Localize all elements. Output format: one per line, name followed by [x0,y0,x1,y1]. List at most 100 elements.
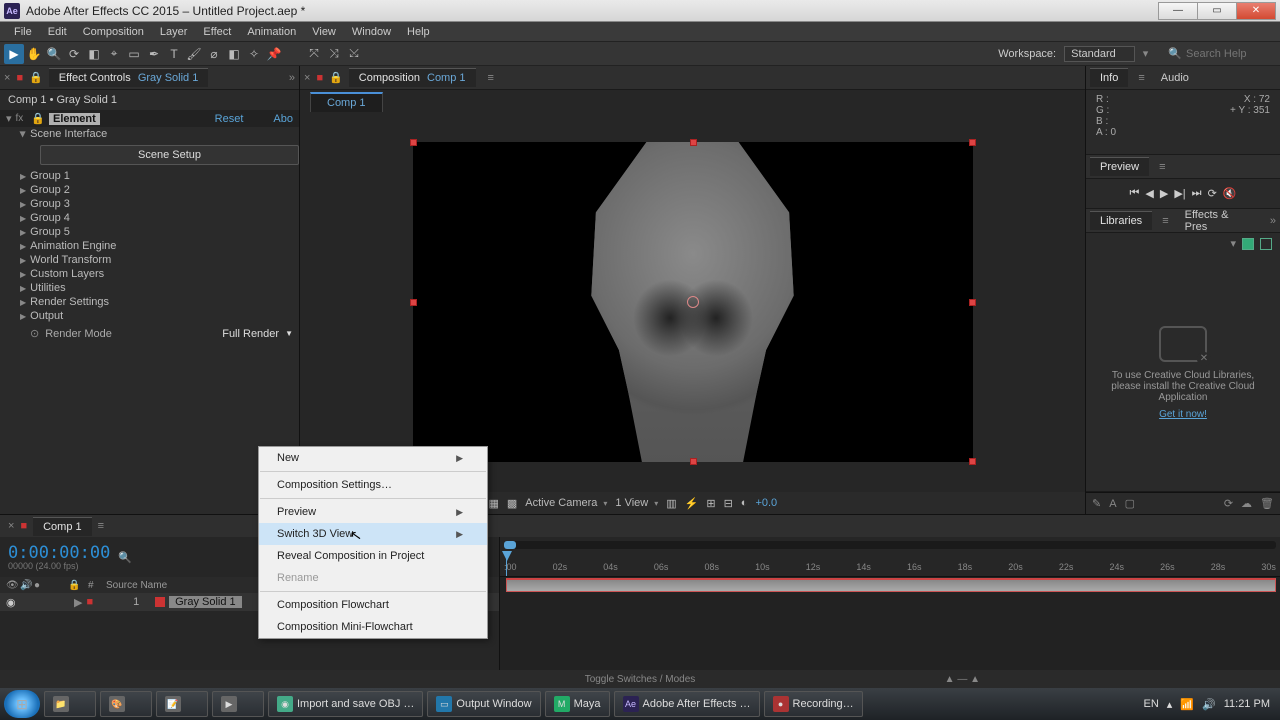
prop-group[interactable]: ▶Group 2 [0,183,299,197]
menu-file[interactable]: File [6,24,40,40]
tab-effects-presets[interactable]: Effects & Pres [1175,206,1264,236]
panel-menu-icon[interactable]: ≡ [488,72,494,84]
cloud-icon[interactable]: ☁ [1241,497,1252,510]
selection-handle[interactable] [410,299,417,306]
hand-tool-icon[interactable]: ✋ [24,44,44,64]
time-search-icon[interactable]: 🔍 [118,551,132,564]
time-navigator-thumb[interactable] [504,541,516,549]
close-button[interactable]: ✕ [1236,2,1276,20]
menu-animation[interactable]: Animation [239,24,304,40]
text-icon[interactable]: A [1109,498,1116,510]
eraser-tool-icon[interactable]: ◧ [224,44,244,64]
search-input[interactable] [1186,48,1276,60]
first-frame-icon[interactable]: ⏮ [1130,187,1140,200]
wand-icon[interactable]: ✎ [1092,497,1101,510]
prop-group[interactable]: ▶Group 3 [0,197,299,211]
prop-render-settings[interactable]: ▶Render Settings [0,295,299,309]
menu-edit[interactable]: Edit [40,24,75,40]
panel-menu-icon[interactable]: » [289,72,295,84]
toggle-switches-button[interactable]: Toggle Switches / Modes [585,674,696,685]
tray-chevron-icon[interactable]: ▴ [1167,698,1173,711]
task-pinned[interactable]: 📝 [156,691,208,717]
prop-custom-layers[interactable]: ▶Custom Layers [0,267,299,281]
menu-layer[interactable]: Layer [152,24,196,40]
transparency-icon[interactable]: ▩ [507,497,517,510]
layer-name[interactable]: Gray Solid 1 [169,596,242,608]
cm-flowchart[interactable]: Composition Flowchart [259,594,487,616]
workspace-value[interactable]: Standard [1064,46,1135,62]
cm-comp-settings[interactable]: Composition Settings… [259,474,487,496]
flowchart-icon[interactable]: ⊟ [724,497,733,510]
prop-group[interactable]: ▶Group 1 [0,169,299,183]
task-pinned[interactable]: ▶ [212,691,264,717]
cm-new[interactable]: New▶ [259,447,487,469]
current-time[interactable]: 0:00:00:00 [8,543,110,563]
mute-icon[interactable]: 🔇 [1223,187,1237,200]
comp-viewer-tab[interactable]: Comp 1 [310,92,383,112]
visibility-icon[interactable]: ◉ [6,596,20,609]
menu-window[interactable]: Window [344,24,399,40]
start-button[interactable]: ⊞ [4,690,40,718]
panel-menu-icon[interactable]: ≡ [1159,161,1165,173]
tab-info[interactable]: Info [1090,68,1128,87]
menu-effect[interactable]: Effect [195,24,239,40]
prev-frame-icon[interactable]: ◀ [1145,187,1153,200]
anchor-point-icon[interactable] [687,296,699,308]
get-it-now-link[interactable]: Get it now! [1159,409,1207,420]
list-view-icon[interactable] [1260,238,1272,250]
play-icon[interactable]: ▶ [1160,187,1168,200]
fast-preview-icon[interactable]: ⚡ [685,497,699,510]
type-tool-icon[interactable]: T [164,44,184,64]
zoom-slider-icon[interactable]: ▲ — ▲ [945,674,980,685]
loop-icon[interactable]: ⟳ [1208,187,1217,200]
layer-duration-bar[interactable] [506,578,1276,592]
shape-tool-icon[interactable]: ▭ [124,44,144,64]
selection-handle[interactable] [690,139,697,146]
reset-link[interactable]: Reset [215,113,244,125]
prop-group[interactable]: ▶Group 4 [0,211,299,225]
selection-handle[interactable] [690,458,697,465]
menu-composition[interactable]: Composition [75,24,152,40]
rotate-tool-icon[interactable]: ⟳ [64,44,84,64]
tab-composition[interactable]: Composition Comp 1 [349,68,476,87]
lock-icon[interactable]: 🔒 [29,71,43,84]
network-icon[interactable]: 📶 [1180,698,1194,711]
pixel-aspect-icon[interactable]: ▥ [666,497,676,510]
next-frame-icon[interactable]: ▶| [1174,187,1185,200]
minimize-button[interactable]: — [1158,2,1198,20]
task-recording[interactable]: ●Recording… [764,691,863,717]
view-axis-icon[interactable]: ⤩ [344,44,364,64]
roto-tool-icon[interactable]: ✧ [244,44,264,64]
view-dropdown[interactable]: 1 View [615,497,658,509]
tab-preview[interactable]: Preview [1090,157,1149,176]
prop-output[interactable]: ▶Output [0,309,299,323]
timeline-icon[interactable]: ⊞ [706,497,715,510]
cm-mini-flowchart[interactable]: Composition Mini-Flowchart [259,616,487,638]
layer-color-swatch[interactable] [155,597,165,607]
maximize-button[interactable]: ▭ [1197,2,1237,20]
puppet-tool-icon[interactable]: 📌 [264,44,284,64]
brush-tool-icon[interactable]: 🖌 [184,44,204,64]
trash-icon[interactable]: 🗑 [1260,497,1274,510]
prop-scene-interface[interactable]: ▶Scene Interface [0,127,299,141]
task-pinned[interactable]: 🎨 [100,691,152,717]
world-axis-icon[interactable]: ⤨ [324,44,344,64]
panel-menu-icon[interactable]: ≡ [1138,72,1144,84]
menu-help[interactable]: Help [399,24,438,40]
task-output[interactable]: ▭Output Window [427,691,540,717]
time-ruler[interactable]: :00 02s 04s 06s 08s 10s 12s 14s 16s 18s … [500,537,1280,577]
cm-switch-3d-view[interactable]: Switch 3D View▶ [259,523,487,545]
last-frame-icon[interactable]: ⏭ [1192,187,1202,200]
search-help[interactable]: 🔍 [1168,47,1276,60]
selection-handle[interactable] [969,299,976,306]
panel-menu-icon[interactable]: ≡ [98,520,104,532]
pan-behind-tool-icon[interactable]: ⌖ [104,44,124,64]
scene-setup-button[interactable]: Scene Setup [40,145,299,165]
composition-viewer[interactable] [300,112,1085,492]
tab-effect-controls[interactable]: Effect Controls Gray Solid 1 [49,68,209,87]
timeline-track-area[interactable] [500,577,1280,670]
prop-animation-engine[interactable]: ▶Animation Engine [0,239,299,253]
tab-audio[interactable]: Audio [1151,69,1199,87]
camera-tool-icon[interactable]: ◧ [84,44,104,64]
task-pinned[interactable]: 📁 [44,691,96,717]
